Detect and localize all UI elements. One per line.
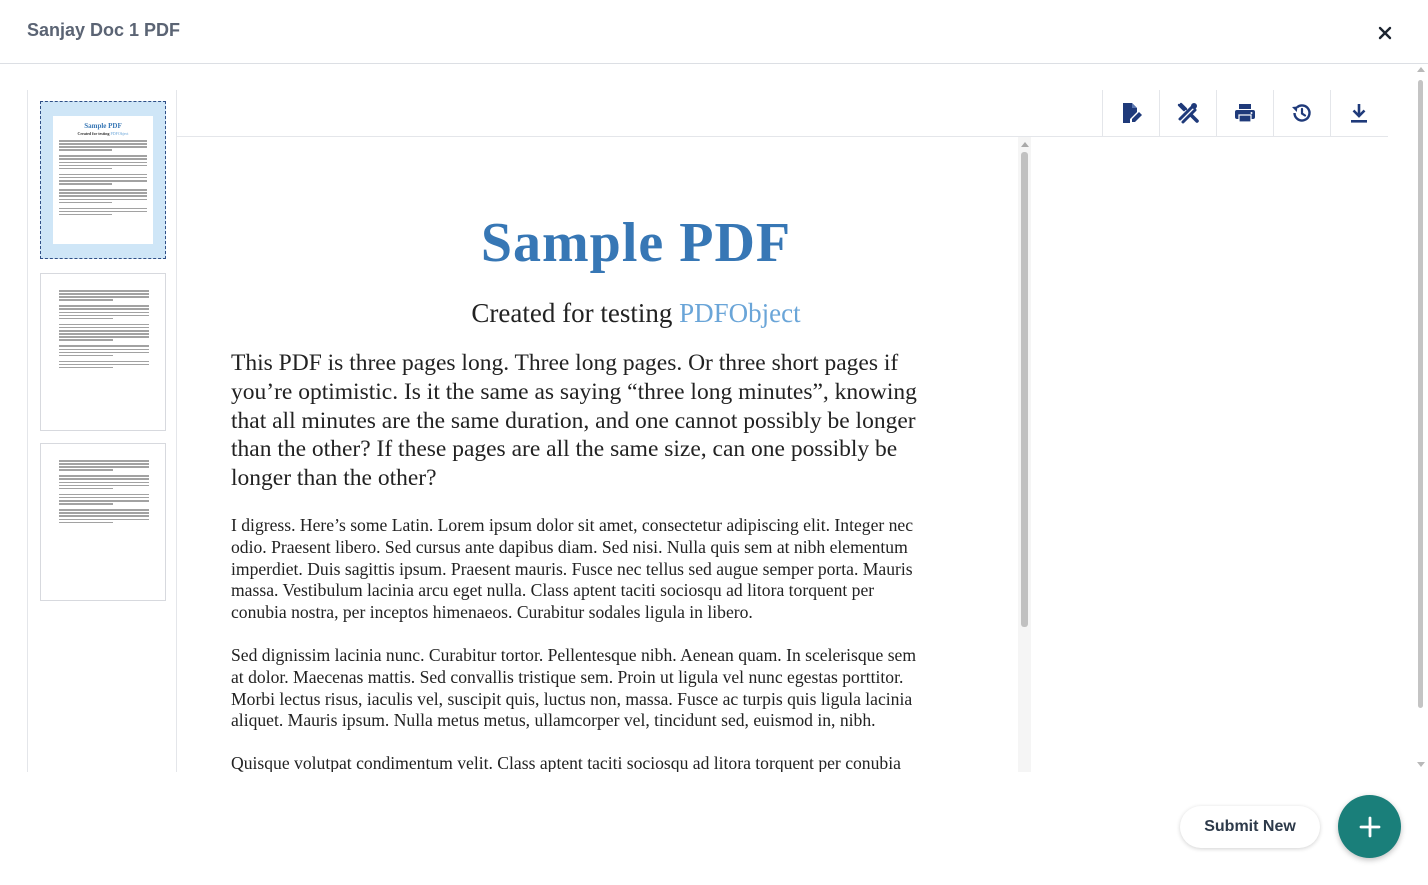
- pdf-subtitle: Created for testing PDFObject: [471, 298, 801, 328]
- scroll-up-arrow-icon[interactable]: [1021, 142, 1029, 147]
- close-button[interactable]: [1372, 20, 1398, 46]
- print-button[interactable]: [1216, 90, 1273, 136]
- document-title: Sanjay Doc 1 PDF: [27, 20, 181, 40]
- edit-document-button[interactable]: [1102, 90, 1159, 136]
- thumbnail-subtitle: Created for testing PDFObject: [77, 131, 129, 136]
- pdf-paragraph-3: Quisque volutpat condimentum velit. Clas…: [231, 753, 901, 772]
- pdf-paragraph-1: I digress. Here’s some Latin. Lorem ipsu…: [231, 514, 914, 623]
- page-thumbnail-2[interactable]: [40, 273, 166, 431]
- viewer-scrollbar[interactable]: [1018, 137, 1031, 772]
- pdf-viewer[interactable]: Sample PDF Created for testing PDFObject…: [177, 137, 1031, 772]
- thumbnail-text-lines: [59, 290, 149, 370]
- history-icon: [1292, 104, 1311, 122]
- add-fab-button[interactable]: [1338, 795, 1401, 858]
- pdfobject-link[interactable]: PDFObject: [679, 298, 801, 328]
- scrollbar-thumb[interactable]: [1418, 80, 1423, 708]
- pdf-paragraph-2: Sed dignissim lacinia nunc. Curabitur to…: [231, 644, 917, 731]
- submit-new-button[interactable]: Submit New: [1180, 806, 1320, 848]
- thumbnail-title: Sample PDF: [84, 122, 122, 130]
- pdf-body: This PDF is three pages long. Three long…: [231, 349, 1018, 772]
- pdf-title: Sample PDF: [480, 212, 792, 274]
- page-thumbnail-1[interactable]: Sample PDF Created for testing PDFObject: [40, 101, 166, 259]
- pdf-page: Sample PDF Created for testing PDFObject…: [177, 137, 1018, 772]
- history-button[interactable]: [1273, 90, 1330, 136]
- print-icon: [1235, 104, 1255, 123]
- scroll-up-arrow-icon[interactable]: [1417, 67, 1425, 72]
- pdf-toolbar: [177, 90, 1388, 137]
- modal-scrollbar[interactable]: [1414, 64, 1428, 772]
- download-icon: [1351, 104, 1367, 123]
- thumbnail-text-lines: [59, 460, 149, 525]
- thumbnail-text-lines: [59, 140, 147, 217]
- tools-button[interactable]: [1159, 90, 1216, 136]
- scroll-down-arrow-icon[interactable]: [1417, 762, 1425, 767]
- plus-icon: [1359, 816, 1380, 837]
- thumbnail-sheet: Sample PDF Created for testing PDFObject: [53, 116, 153, 244]
- download-button[interactable]: [1330, 90, 1387, 136]
- close-icon: [1378, 26, 1392, 40]
- viewer-scrollbar-thumb[interactable]: [1021, 152, 1028, 627]
- pdf-lead-paragraph: This PDF is three pages long. Three long…: [231, 350, 917, 492]
- edit-document-icon: [1123, 103, 1142, 123]
- page-thumbnail-3[interactable]: [40, 443, 166, 601]
- modal-header: Sanjay Doc 1 PDF: [0, 0, 1428, 64]
- page-thumbnail-panel: Sample PDF Created for testing PDFObject: [27, 90, 177, 772]
- tools-icon: [1177, 102, 1199, 124]
